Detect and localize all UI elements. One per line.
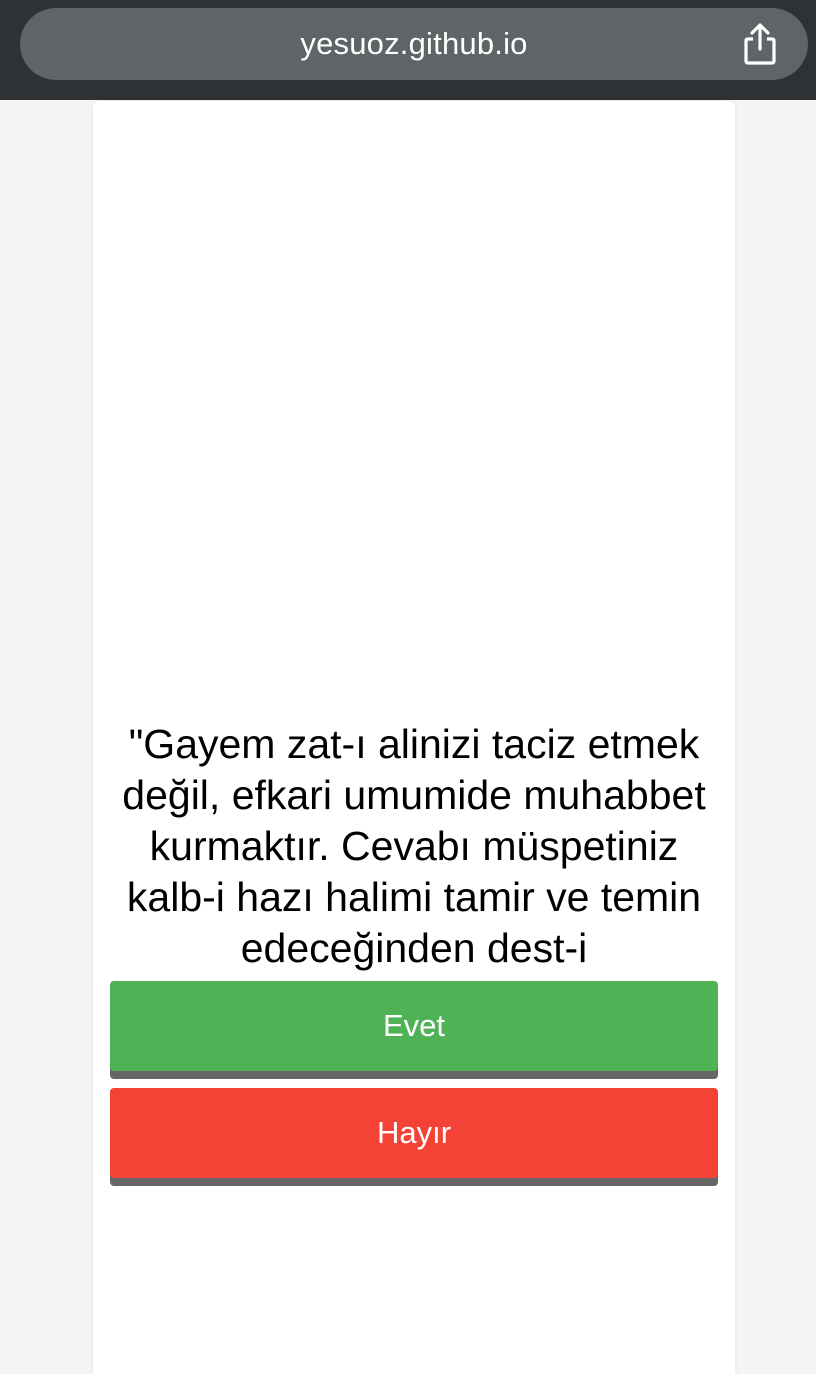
url-text[interactable]: yesuoz.github.io [20,8,808,80]
yes-button[interactable]: Evet [110,981,718,1071]
share-icon[interactable] [738,22,782,66]
content-card: "Gayem zat-ı alinizi taciz etmek değil, … [93,101,735,1374]
quote-text: "Gayem zat-ı alinizi taciz etmek değil, … [122,721,706,1022]
browser-top-bar: yesuoz.github.io [0,0,816,100]
no-button[interactable]: Hayır [110,1088,718,1178]
address-bar[interactable]: yesuoz.github.io [20,8,808,80]
